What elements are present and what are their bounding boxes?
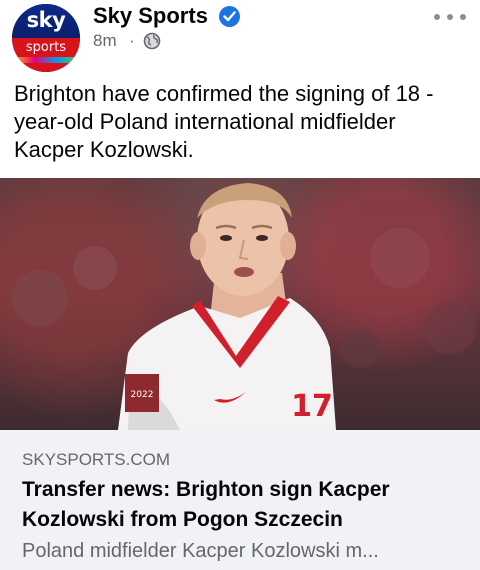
link-description: Poland midfielder Kacper Kozlowski m... bbox=[22, 540, 379, 562]
meta-separator: · bbox=[129, 31, 135, 50]
more-options-icon[interactable] bbox=[432, 6, 468, 26]
page-avatar[interactable]: sky sports bbox=[12, 4, 80, 72]
globe-icon bbox=[143, 32, 161, 50]
post-header: sky sports Sky Sports 8m · bbox=[0, 0, 480, 72]
badge-text: 2022 bbox=[131, 390, 154, 400]
sky-logo-text: sky bbox=[12, 4, 80, 38]
link-domain: SKYSPORTS.COM bbox=[22, 450, 170, 469]
verified-badge-icon bbox=[219, 6, 240, 27]
post-timestamp[interactable]: 8m bbox=[93, 31, 117, 50]
page-name[interactable]: Sky Sports bbox=[93, 2, 208, 30]
player-photo-illustration: 2022 17 bbox=[12, 183, 476, 430]
sports-logo-text: sports bbox=[12, 38, 80, 72]
link-title[interactable]: Transfer news: Brighton sign Kacper Kozl… bbox=[22, 475, 462, 535]
post-text: Brighton have confirmed the signing of 1… bbox=[14, 81, 434, 162]
post-photo[interactable]: 2022 17 bbox=[0, 178, 480, 430]
post-meta: 8m · bbox=[93, 30, 161, 52]
jersey-number: 17 bbox=[291, 389, 333, 424]
logo-stripe bbox=[12, 57, 80, 63]
